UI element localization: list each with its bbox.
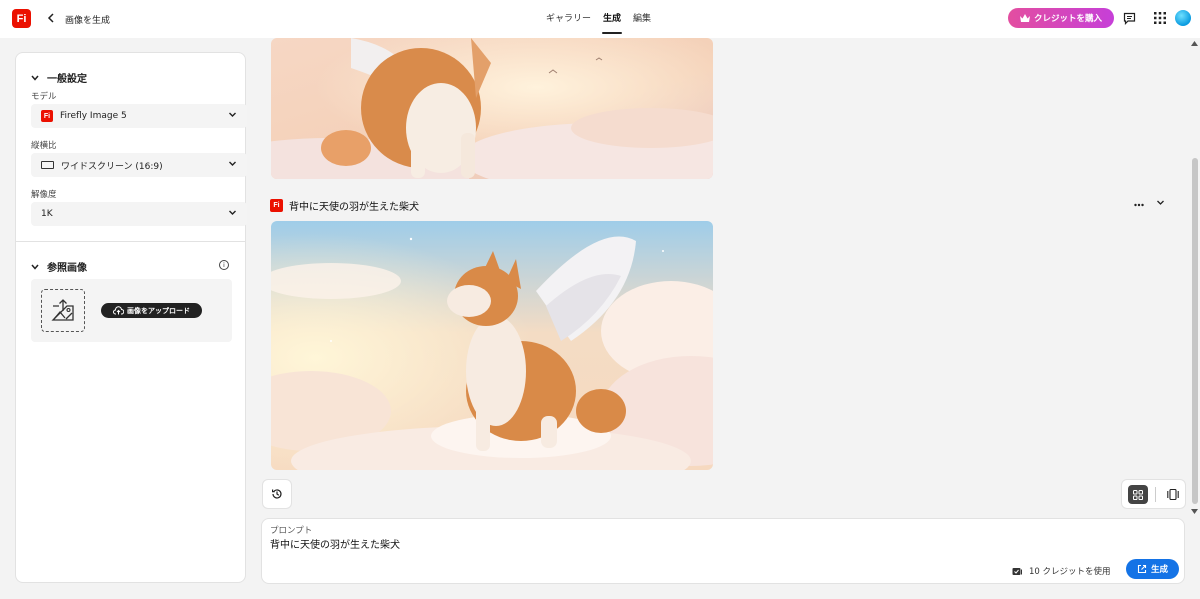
feedback-button[interactable] — [1121, 10, 1137, 26]
reference-image-placeholder[interactable] — [41, 289, 85, 332]
generate-button[interactable]: 生成 — [1126, 559, 1179, 579]
generated-image-art — [271, 38, 713, 179]
apps-grid-icon — [1154, 12, 1166, 24]
chevron-down-icon — [229, 210, 236, 215]
scrollbar-thumb[interactable] — [1192, 158, 1198, 504]
resolution-select[interactable]: 1K — [31, 202, 247, 226]
result-prompt-title: 背中に天使の羽が生えた柴犬 — [289, 202, 419, 213]
model-select[interactable]: Fi Firefly Image 5 — [31, 104, 247, 128]
single-view-icon — [1167, 489, 1179, 500]
upload-image-button[interactable]: 画像をアップロード — [101, 303, 202, 318]
result-prompt-row: Fi 背中に天使の羽が生えた柴犬 — [270, 198, 419, 213]
view-toggle — [1121, 479, 1186, 509]
credit-usage: 10 クレジットを使用 — [1012, 565, 1111, 577]
model-label: モデル — [31, 92, 57, 102]
chevron-down-icon — [1157, 200, 1164, 205]
chevron-down-icon — [229, 112, 236, 117]
chat-bubble-icon — [1123, 12, 1135, 25]
page-title: 画像を生成 — [65, 16, 111, 26]
apps-button[interactable] — [1152, 10, 1168, 26]
generated-image-previous[interactable] — [271, 38, 713, 179]
user-avatar[interactable] — [1175, 10, 1191, 26]
grid-view-icon — [1133, 489, 1143, 500]
main-tabs: ギャラリー 生成 編集 — [540, 0, 657, 38]
chevron-down-icon — [31, 264, 39, 270]
credit-icon — [1012, 567, 1022, 575]
general-settings-title: 一般設定 — [47, 74, 87, 85]
history-button[interactable] — [262, 479, 292, 509]
history-icon — [272, 489, 282, 499]
triangle-down-icon — [1191, 509, 1198, 514]
more-options-button[interactable] — [1134, 197, 1144, 210]
scroll-up-arrow[interactable] — [1191, 41, 1198, 48]
top-bar: Fi 画像を生成 ギャラリー 生成 編集 クレジットを購入 — [0, 0, 1200, 38]
tab-edit[interactable]: 編集 — [627, 0, 657, 38]
tab-generate[interactable]: 生成 — [597, 0, 627, 38]
resolution-value: 1K — [41, 209, 53, 219]
chevron-down-icon — [229, 161, 236, 166]
generate-sparkle-icon — [1137, 564, 1147, 574]
image-upload-icon — [51, 298, 74, 321]
generated-image-art — [271, 221, 713, 470]
credit-usage-text: 10 クレジットを使用 — [1029, 567, 1111, 577]
generate-label: 生成 — [1150, 565, 1168, 575]
prompt-label: プロンプト — [270, 526, 313, 536]
buy-credits-button[interactable]: クレジットを購入 — [1008, 8, 1114, 28]
firefly-logo[interactable]: Fi — [12, 9, 31, 28]
chevron-down-icon — [31, 75, 39, 81]
prompt-panel[interactable]: プロンプト 背中に天使の羽が生えた柴犬 10 クレジットを使用 生成 — [261, 518, 1185, 584]
firefly-model-icon: Fi — [41, 110, 53, 122]
grid-view-button[interactable] — [1128, 485, 1148, 504]
reference-image-header[interactable]: 参照画像 — [31, 259, 87, 274]
settings-panel: 一般設定 モデル Fi Firefly Image 5 縦横比 ワイドスクリーン… — [15, 52, 247, 583]
chevron-left-icon — [47, 13, 54, 23]
reference-upload-area[interactable]: 画像をアップロード — [31, 279, 232, 342]
back-button[interactable] — [44, 10, 58, 26]
scroll-down-arrow[interactable] — [1191, 509, 1198, 516]
model-value: Firefly Image 5 — [60, 111, 127, 121]
general-settings-header[interactable]: 一般設定 — [31, 70, 87, 85]
toggle-separator — [1155, 487, 1156, 502]
upload-image-label: 画像をアップロード — [127, 306, 190, 315]
generated-image-main[interactable] — [271, 221, 713, 470]
section-divider — [16, 241, 245, 242]
collapse-result-button[interactable] — [1156, 198, 1165, 210]
tab-gallery[interactable]: ギャラリー — [540, 0, 597, 38]
reference-image-title: 参照画像 — [47, 263, 87, 274]
more-dots-icon — [1134, 203, 1144, 207]
info-icon[interactable]: i — [219, 260, 229, 270]
aspect-value: ワイドスクリーン (16:9) — [61, 161, 163, 172]
aspect-label: 縦横比 — [31, 141, 57, 151]
prompt-input[interactable]: 背中に天使の羽が生えた柴犬 — [270, 536, 400, 551]
triangle-up-icon — [1191, 41, 1198, 46]
widescreen-icon — [41, 161, 54, 169]
aspect-ratio-select[interactable]: ワイドスクリーン (16:9) — [31, 153, 247, 177]
buy-credits-label: クレジットを購入 — [1033, 14, 1102, 24]
crown-icon — [1019, 14, 1030, 22]
firefly-badge-icon: Fi — [270, 199, 283, 212]
single-view-button[interactable] — [1163, 485, 1183, 504]
cloud-upload-icon — [113, 306, 124, 315]
resolution-label: 解像度 — [31, 190, 57, 200]
